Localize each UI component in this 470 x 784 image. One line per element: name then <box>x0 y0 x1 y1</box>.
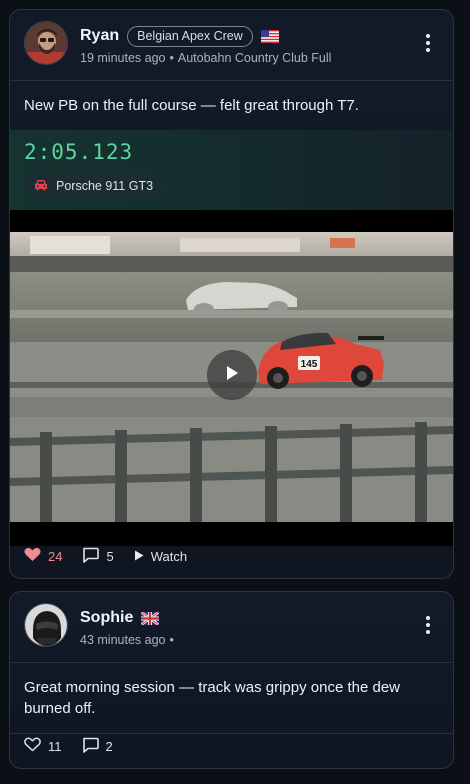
like-count: 24 <box>48 548 63 564</box>
author-row: Sophie <box>80 606 161 630</box>
lap-time: 2:05.123 <box>24 140 134 164</box>
comment-count: 5 <box>106 548 114 564</box>
post-header: Sophie 43 minutes ago • <box>10 592 453 662</box>
comment-button[interactable]: 2 <box>82 737 113 756</box>
video-player[interactable]: 145 <box>10 210 453 546</box>
car-chip[interactable]: Porsche 911 GT3 <box>26 174 164 198</box>
more-options-button[interactable] <box>415 612 441 638</box>
avatar[interactable] <box>24 603 68 647</box>
avatar[interactable] <box>24 21 68 65</box>
like-button[interactable]: 11 <box>24 737 62 755</box>
meta-separator: • <box>169 51 174 65</box>
post-time: 19 minutes ago <box>80 51 166 65</box>
post-actions: 11 2 <box>10 724 453 768</box>
post-actions: 24 5 Watch <box>10 534 453 578</box>
author-name[interactable]: Ryan <box>80 27 119 45</box>
like-count: 11 <box>48 738 62 754</box>
lap-time-panel: 2:05.123 Porsche 911 GT3 <box>10 130 453 210</box>
track-name[interactable]: Autobahn Country Club Full <box>178 51 332 65</box>
post-time: 43 minutes ago <box>80 633 166 647</box>
watch-label: Watch <box>150 548 188 564</box>
play-small-icon <box>134 549 144 564</box>
post-meta: 19 minutes ago • Autobahn Country Club Ful… <box>80 51 331 65</box>
author-name[interactable]: Sophie <box>80 609 133 627</box>
heart-outline-icon <box>24 737 41 755</box>
crew-badge[interactable]: Belgian Apex Crew <box>127 25 253 47</box>
car-name: Porsche 911 GT3 <box>56 179 154 193</box>
car-icon <box>34 179 48 194</box>
meta-separator: • <box>169 633 174 647</box>
post-card: Ryan Belgian Apex Crew 19 minutes ago • Au… <box>9 9 454 579</box>
comment-count: 2 <box>105 738 113 754</box>
like-button[interactable]: 24 <box>24 547 62 565</box>
comment-button[interactable]: 5 <box>82 547 114 566</box>
play-icon <box>225 365 239 386</box>
post-meta: 43 minutes ago • <box>80 633 178 647</box>
us-flag-icon <box>260 29 279 43</box>
watch-button[interactable]: Watch <box>134 549 187 564</box>
more-options-button[interactable] <box>415 30 441 56</box>
post-header: Ryan Belgian Apex Crew 19 minutes ago • Au… <box>10 10 453 80</box>
heart-filled-icon <box>24 547 41 565</box>
post-card: Sophie 43 minutes ago • Great morning ses… <box>9 591 454 769</box>
play-button[interactable] <box>207 350 257 400</box>
uk-flag-icon <box>140 610 161 626</box>
author-row: Ryan Belgian Apex Crew <box>80 24 279 48</box>
post-text: New PB on the full course — felt great t… <box>24 97 359 114</box>
comment-icon <box>82 737 99 756</box>
comment-icon <box>82 547 100 566</box>
car-number: 145 <box>301 359 318 370</box>
post-text: Great morning session — track was grippy… <box>24 679 401 717</box>
